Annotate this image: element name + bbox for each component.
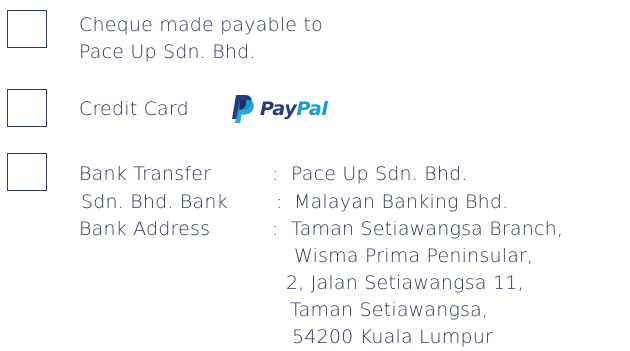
paypal-logo: PayPal bbox=[228, 93, 328, 125]
bank-address-line-2: Wisma Prima Peninsular, bbox=[294, 245, 534, 267]
bank-name-label: Sdn. Bhd. Bank bbox=[81, 191, 228, 213]
cheque-checkbox[interactable] bbox=[7, 10, 47, 48]
bank-transfer-checkbox[interactable] bbox=[7, 153, 47, 191]
bank-name-value: Malayan Banking Bhd. bbox=[294, 191, 509, 213]
bank-address-line-4: Taman Setiawangsa, bbox=[290, 299, 489, 321]
bank-transfer-value: Pace Up Sdn. Bhd. bbox=[291, 163, 468, 185]
bank-address-line-3: 2, Jalan Setiawangsa 11, bbox=[286, 272, 524, 294]
bank-address-label: Bank Address bbox=[79, 218, 211, 240]
bank-transfer-label: Bank Transfer bbox=[79, 163, 212, 185]
bank-address-separator: : bbox=[272, 218, 279, 240]
paypal-logo-icon bbox=[232, 95, 254, 123]
bank-transfer-separator: : bbox=[272, 163, 279, 185]
credit-card-checkbox[interactable] bbox=[7, 89, 47, 127]
bank-name-separator: : bbox=[276, 191, 283, 213]
paypal-wordmark: PayPal bbox=[260, 98, 328, 120]
cheque-line-2: Pace Up Sdn. Bhd. bbox=[79, 41, 256, 63]
credit-card-label: Credit Card bbox=[79, 98, 189, 120]
bank-address-line-5: 54200 Kuala Lumpur bbox=[292, 326, 493, 348]
bank-address-line-1: Taman Setiawangsa Branch, bbox=[291, 218, 564, 240]
cheque-line-1: Cheque made payable to bbox=[79, 14, 323, 36]
